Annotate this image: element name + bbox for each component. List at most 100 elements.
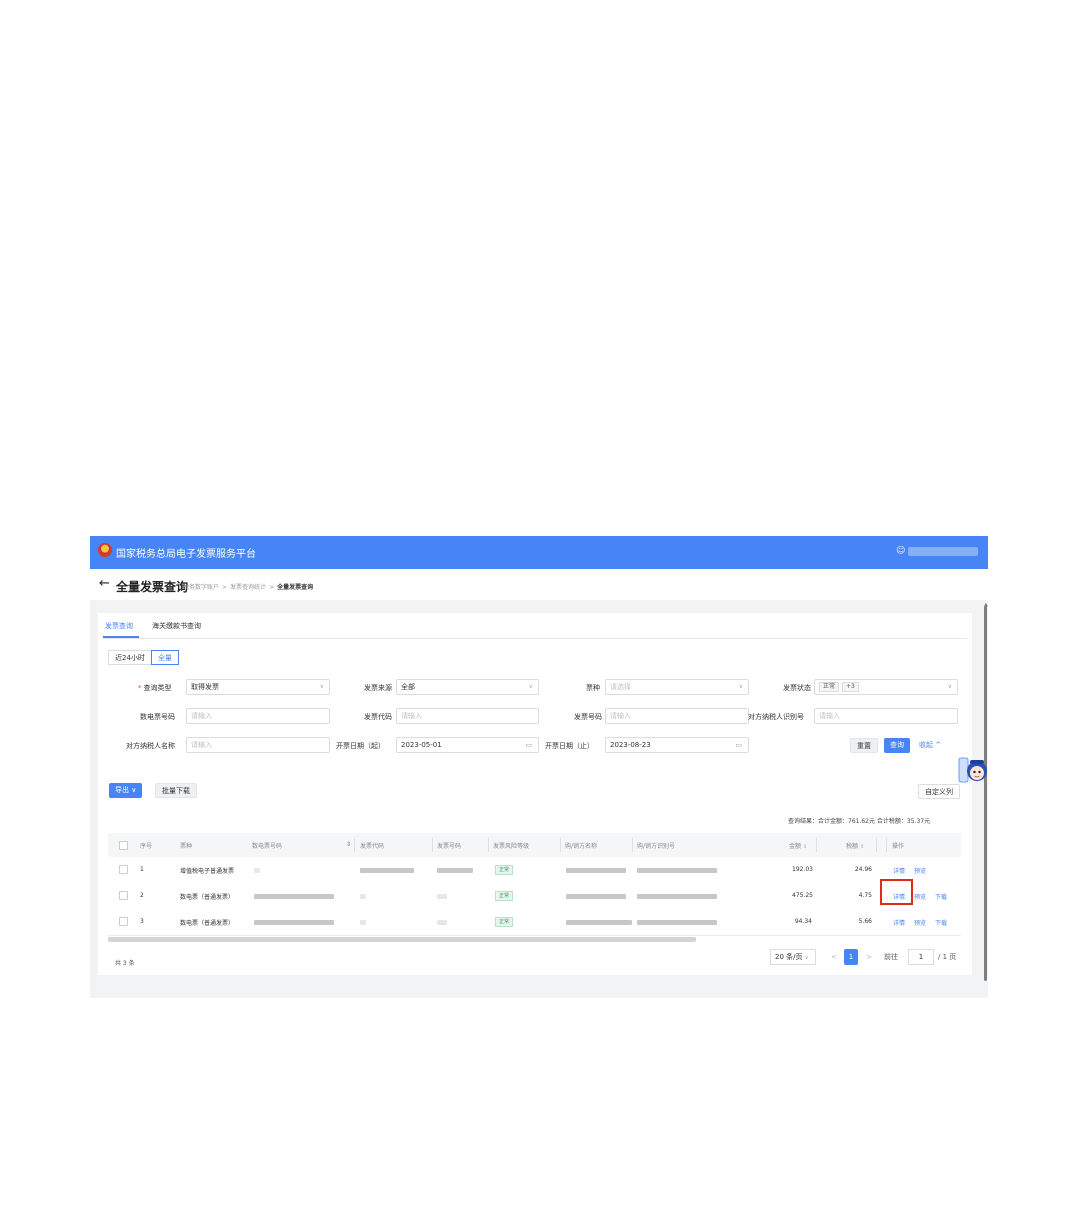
counterparty-name-input[interactable]: 请输入: [186, 737, 330, 753]
column-header[interactable]: 数电票号码: [252, 841, 282, 850]
tab-invoice-query[interactable]: 发票查询: [105, 621, 133, 631]
query-card: 发票查询 海关缴款书查询 近24小时 全量 * 查询类型 取得发票 ∨ 发票来源 全…: [98, 613, 972, 975]
row-type: 数电票（普通发票）: [180, 920, 235, 927]
calendar-icon: ▭: [735, 741, 742, 749]
column-header[interactable]: 税额 ⇕: [846, 841, 864, 850]
collapse-button[interactable]: 收起 ^: [919, 738, 941, 753]
column-divider: [632, 838, 633, 852]
required-mark: *: [138, 684, 142, 692]
column-divider: [560, 838, 561, 852]
row-tax: 4.75: [858, 892, 872, 899]
column-header-text: 金额: [789, 843, 802, 850]
preview-link[interactable]: 预览: [914, 918, 926, 927]
column-header: 操作: [892, 843, 905, 850]
column-divider: [432, 838, 433, 852]
row-index: 1: [140, 866, 144, 873]
column-header[interactable]: 金额 ⇕: [789, 841, 807, 850]
download-link[interactable]: 下载: [935, 918, 947, 927]
sort-icon[interactable]: ⇕: [346, 841, 351, 848]
assistant-robot-icon[interactable]: [958, 755, 988, 787]
row-checkbox[interactable]: [119, 865, 128, 874]
detail-link[interactable]: 详情: [893, 918, 905, 927]
page-size-select[interactable]: 20 条/页 ∨: [770, 949, 816, 965]
source-select[interactable]: 全部 ∨: [396, 679, 539, 695]
select-all-checkbox[interactable]: [119, 841, 128, 850]
query-button[interactable]: 查询: [884, 738, 910, 753]
counterparty-id-input[interactable]: 请输入: [814, 708, 958, 724]
row-amount: 475.25: [792, 892, 813, 899]
back-arrow-icon[interactable]: ←: [99, 576, 110, 591]
title-bar: ← 全量发票查询 税务数字账户 > 发票查询统计 > 全量发票查询: [90, 569, 988, 600]
current-page-button[interactable]: 1: [844, 949, 858, 965]
query-type-select[interactable]: 取得发票 ∨: [186, 679, 330, 695]
reset-button[interactable]: 重置: [850, 738, 878, 753]
column-divider: [886, 838, 887, 852]
counterparty-id-label: 对方纳税人识别号: [748, 713, 804, 721]
breadcrumb-item[interactable]: 发票查询统计: [230, 584, 266, 591]
row-index: 2: [140, 892, 144, 899]
date-from-input[interactable]: 2023-05-01 ▭: [396, 737, 539, 753]
row-tax: 5.66: [858, 918, 872, 925]
total-count: 共 3 条: [115, 960, 135, 967]
status-select[interactable]: 正常 +3 ∨: [814, 679, 958, 695]
date-to-input[interactable]: 2023-08-23 ▭: [605, 737, 749, 753]
chevron-down-icon: ∨: [804, 955, 809, 961]
breadcrumb-item[interactable]: 税务数字账户: [183, 584, 219, 591]
tab-divider: [103, 638, 967, 639]
redacted-invoice-no: [437, 920, 447, 925]
table-row: 1 增值税电子普通发票 正常 192.03 24.96 详情 预览: [108, 857, 961, 884]
prev-page-button[interactable]: <: [831, 949, 837, 965]
vertical-scrollbar[interactable]: [984, 606, 987, 981]
risk-badge: 正常: [495, 865, 514, 875]
custom-columns-button[interactable]: 自定义列: [918, 784, 960, 799]
tab-customs-query[interactable]: 海关缴款书查询: [152, 621, 201, 631]
user-name[interactable]: [908, 547, 978, 556]
digital-no-label: 数电票号码: [140, 713, 175, 721]
breadcrumb: 税务数字账户 > 发票查询统计 > 全量发票查询: [183, 582, 313, 591]
column-header: 购/销方识别号: [637, 843, 676, 850]
chevron-down-icon: ∨: [528, 683, 533, 690]
invoice-code-input[interactable]: 请输入: [396, 708, 539, 724]
preview-link[interactable]: 预览: [914, 866, 926, 875]
counterparty-name-placeholder: 请输入: [191, 741, 212, 749]
user-icon[interactable]: ☺: [896, 546, 905, 556]
digital-no-input[interactable]: 请输入: [186, 708, 330, 724]
tax-emblem-icon: [98, 543, 112, 557]
row-index: 3: [140, 918, 144, 925]
breadcrumb-current: 全量发票查询: [277, 584, 314, 591]
redacted-digital-no: [254, 920, 334, 925]
invoice-no-input[interactable]: 请输入: [605, 708, 749, 724]
source-label: 发票来源: [364, 684, 392, 692]
range-24h-button[interactable]: 近24小时: [108, 650, 152, 665]
ticket-type-select[interactable]: 请选择 ∨: [605, 679, 749, 695]
invoice-no-label: 发票号码: [574, 713, 602, 721]
download-link[interactable]: 下载: [935, 892, 947, 901]
digital-no-placeholder: 请输入: [191, 712, 212, 720]
row-checkbox[interactable]: [119, 917, 128, 926]
sort-icon: ⇕: [803, 844, 808, 850]
redacted-party-name: [566, 868, 626, 873]
horizontal-scrollbar[interactable]: [108, 937, 696, 942]
export-button[interactable]: 导出 ∨: [109, 783, 143, 798]
detail-link[interactable]: 详情: [893, 866, 905, 875]
query-type-label: * 查询类型: [138, 683, 172, 693]
risk-badge: 正常: [495, 917, 514, 927]
range-all-button[interactable]: 全量: [151, 650, 179, 665]
batch-download-button[interactable]: 批量下载: [155, 783, 197, 798]
row-checkbox[interactable]: [119, 891, 128, 900]
date-from-value: 2023-05-01: [401, 741, 442, 749]
ticket-type-placeholder: 请选择: [610, 683, 631, 691]
column-header: 序号: [140, 843, 153, 850]
calendar-icon: ▭: [525, 741, 532, 749]
redacted-invoice-no: [437, 894, 447, 899]
row-type: 增值税电子普通发票: [180, 868, 235, 875]
chevron-down-icon: ∨: [947, 683, 952, 690]
column-header: 购/销方名称: [565, 843, 598, 850]
column-header: 发票风险等级: [493, 843, 530, 850]
jump-page-input[interactable]: 1: [908, 949, 934, 965]
preview-link[interactable]: 预览: [914, 892, 926, 901]
status-label: 发票状态: [783, 684, 811, 692]
column-header: 发票号码: [437, 843, 462, 850]
row-tax: 24.96: [854, 866, 872, 873]
next-page-button[interactable]: >: [866, 949, 872, 965]
